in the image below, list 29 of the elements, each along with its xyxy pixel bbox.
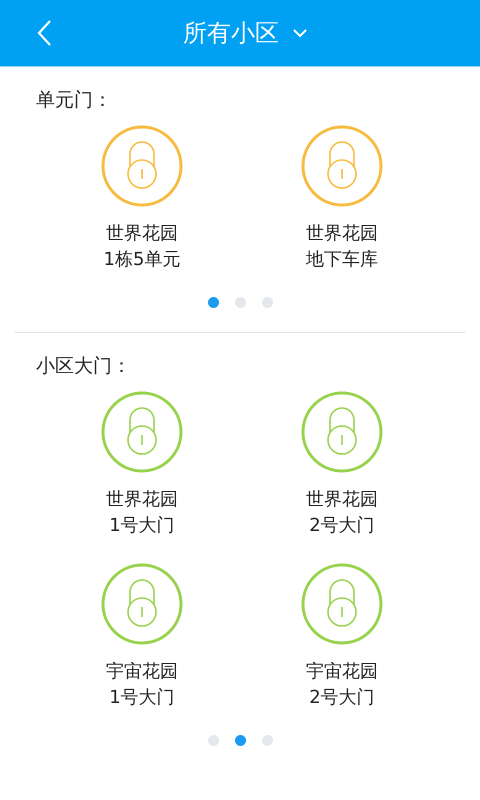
page-dot[interactable] — [234, 735, 246, 746]
door-name: 宇宙花园 — [106, 660, 178, 684]
door-detail: 1号大门 — [109, 686, 175, 710]
door-name: 世界花园 — [106, 222, 178, 246]
caret-icon[interactable] — [293, 28, 307, 38]
door-name: 世界花园 — [306, 488, 378, 512]
page-dot[interactable] — [262, 297, 272, 308]
page-dot[interactable] — [262, 735, 272, 746]
lock-icon[interactable] — [301, 391, 383, 473]
header-title[interactable]: 所有小区 — [183, 17, 279, 49]
lock-icon[interactable] — [101, 391, 183, 473]
door-detail: 1栋5单元 — [104, 248, 180, 272]
section-title: 单元门： — [35, 88, 113, 113]
door-detail: 2号大门 — [309, 514, 375, 538]
page-dot[interactable] — [208, 297, 218, 308]
door-name: 世界花园 — [306, 222, 378, 246]
lock-icon[interactable] — [101, 563, 183, 645]
page-dot[interactable] — [208, 735, 218, 746]
lock-icon[interactable] — [301, 563, 383, 645]
section-title: 小区大门： — [35, 354, 132, 379]
door-detail: 地下车库 — [306, 248, 378, 272]
page-dot[interactable] — [234, 297, 246, 308]
door-detail: 1号大门 — [109, 514, 175, 538]
back-icon[interactable] — [36, 19, 52, 47]
door-name: 宇宙花园 — [306, 660, 378, 684]
lock-icon[interactable] — [301, 125, 383, 207]
lock-icon[interactable] — [101, 125, 183, 207]
door-detail: 2号大门 — [309, 686, 375, 710]
door-name: 世界花园 — [106, 488, 178, 512]
